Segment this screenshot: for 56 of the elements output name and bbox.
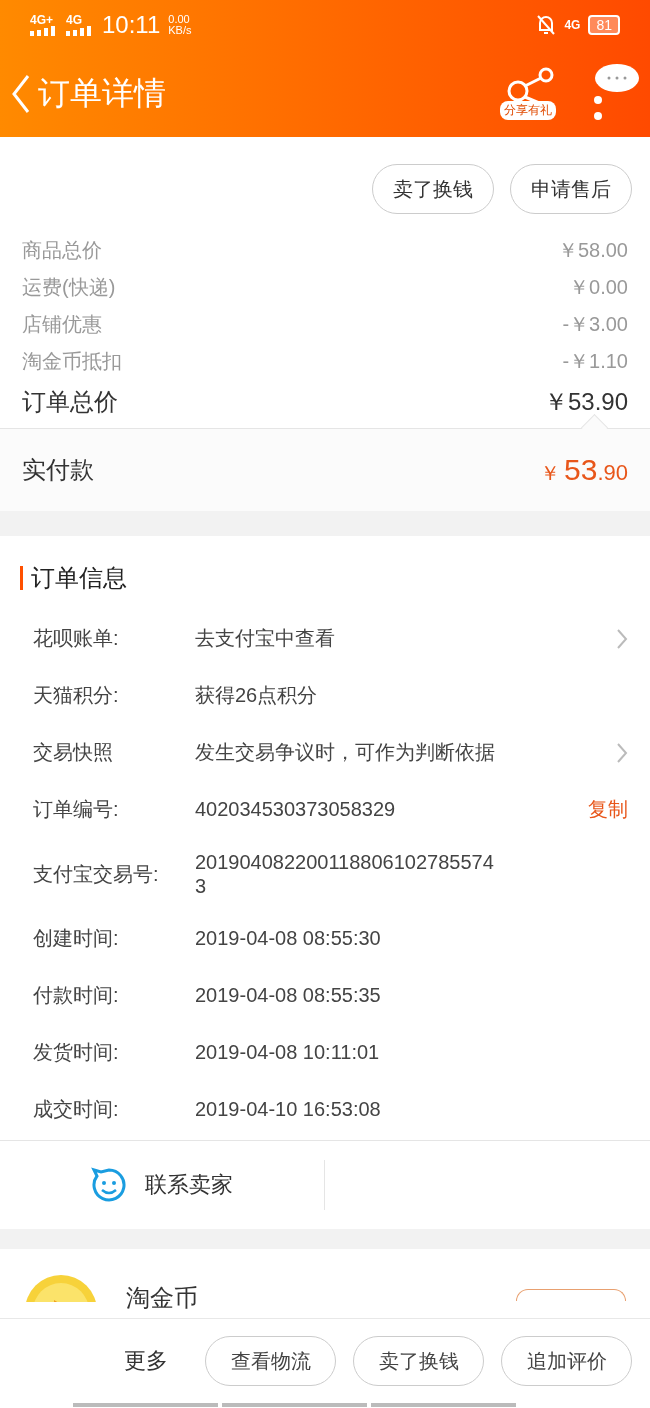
network-label: 4G [564,18,581,32]
info-value: 2019-04-08 08:55:30 [195,927,382,950]
network-label: 4G [66,14,82,26]
info-value: 2019-04-10 16:53:08 [195,1098,382,1121]
page-title: 订单详情 [38,73,166,113]
speed-value: 0.00 [168,14,191,25]
coin-title: 淘金币 [126,1283,198,1313]
action-button[interactable]: 追加评价 [501,1336,632,1386]
info-label: 创建时间: [33,926,120,951]
price-label: 店铺优惠 [22,312,102,337]
total-label: 订单总价 [22,387,118,417]
speed-unit: KB/s [168,25,192,36]
price-value: ￥0.00 [569,275,628,300]
info-value[interactable]: 去支付宝中查看 [195,625,616,652]
chevron-right-icon [616,627,628,650]
info-value: 2019040822001188061027855743 [195,850,495,898]
action-button[interactable]: 卖了换钱 [372,164,494,214]
total-value: ￥53.90 [543,387,628,417]
price-label: 运费(快递) [22,275,116,300]
price-value: -￥1.10 [562,349,628,374]
price-label: 商品总价 [22,238,102,263]
info-label: 发货时间: [33,1040,120,1065]
share-button[interactable]: 分享有礼 [500,67,556,120]
info-label: 交易快照 [33,740,114,765]
section-title: 订单信息 [31,563,127,593]
chat-face-icon [91,1167,127,1203]
price-value: -￥3.00 [562,312,628,337]
price-value: ￥58.00 [557,238,628,263]
action-button[interactable]: 查看物流 [205,1336,336,1386]
paid-amount: ￥53.90 [540,453,628,487]
info-label: 花呗账单: [33,626,120,651]
info-value[interactable]: 发生交易争议时，可作为判断依据 [195,739,616,766]
back-icon [10,73,32,114]
battery-indicator: 81 [588,15,620,35]
info-label: 订单编号: [33,797,120,822]
signal-icon [66,26,94,36]
info-label: 付款时间: [33,983,120,1008]
price-label: 淘金币抵扣 [22,349,122,374]
action-button[interactable]: 卖了换钱 [353,1336,484,1386]
info-value: 2019-04-08 10:11:01 [195,1041,381,1064]
paid-label: 实付款 [22,455,94,485]
signal-icon [30,26,58,36]
action-button[interactable]: 申请售后 [510,164,632,214]
info-label: 支付宝交易号: [33,861,160,887]
network-label: 4G+ [30,14,53,26]
info-label: 成交时间: [33,1097,120,1122]
more-link[interactable]: 更多 [124,1346,168,1376]
info-value: 402034530373058329 [195,798,397,821]
copy-link[interactable]: 复制 [588,796,628,823]
contact-seller-button[interactable]: 联系卖家 [0,1160,325,1210]
info-value: 获得26点积分 [195,683,319,708]
clock: 10:11 [102,11,161,39]
chevron-right-icon [616,741,628,764]
info-label: 天猫积分: [33,683,120,708]
info-value: 2019-04-08 08:55:35 [195,984,382,1007]
muted-bell-icon [536,14,557,36]
